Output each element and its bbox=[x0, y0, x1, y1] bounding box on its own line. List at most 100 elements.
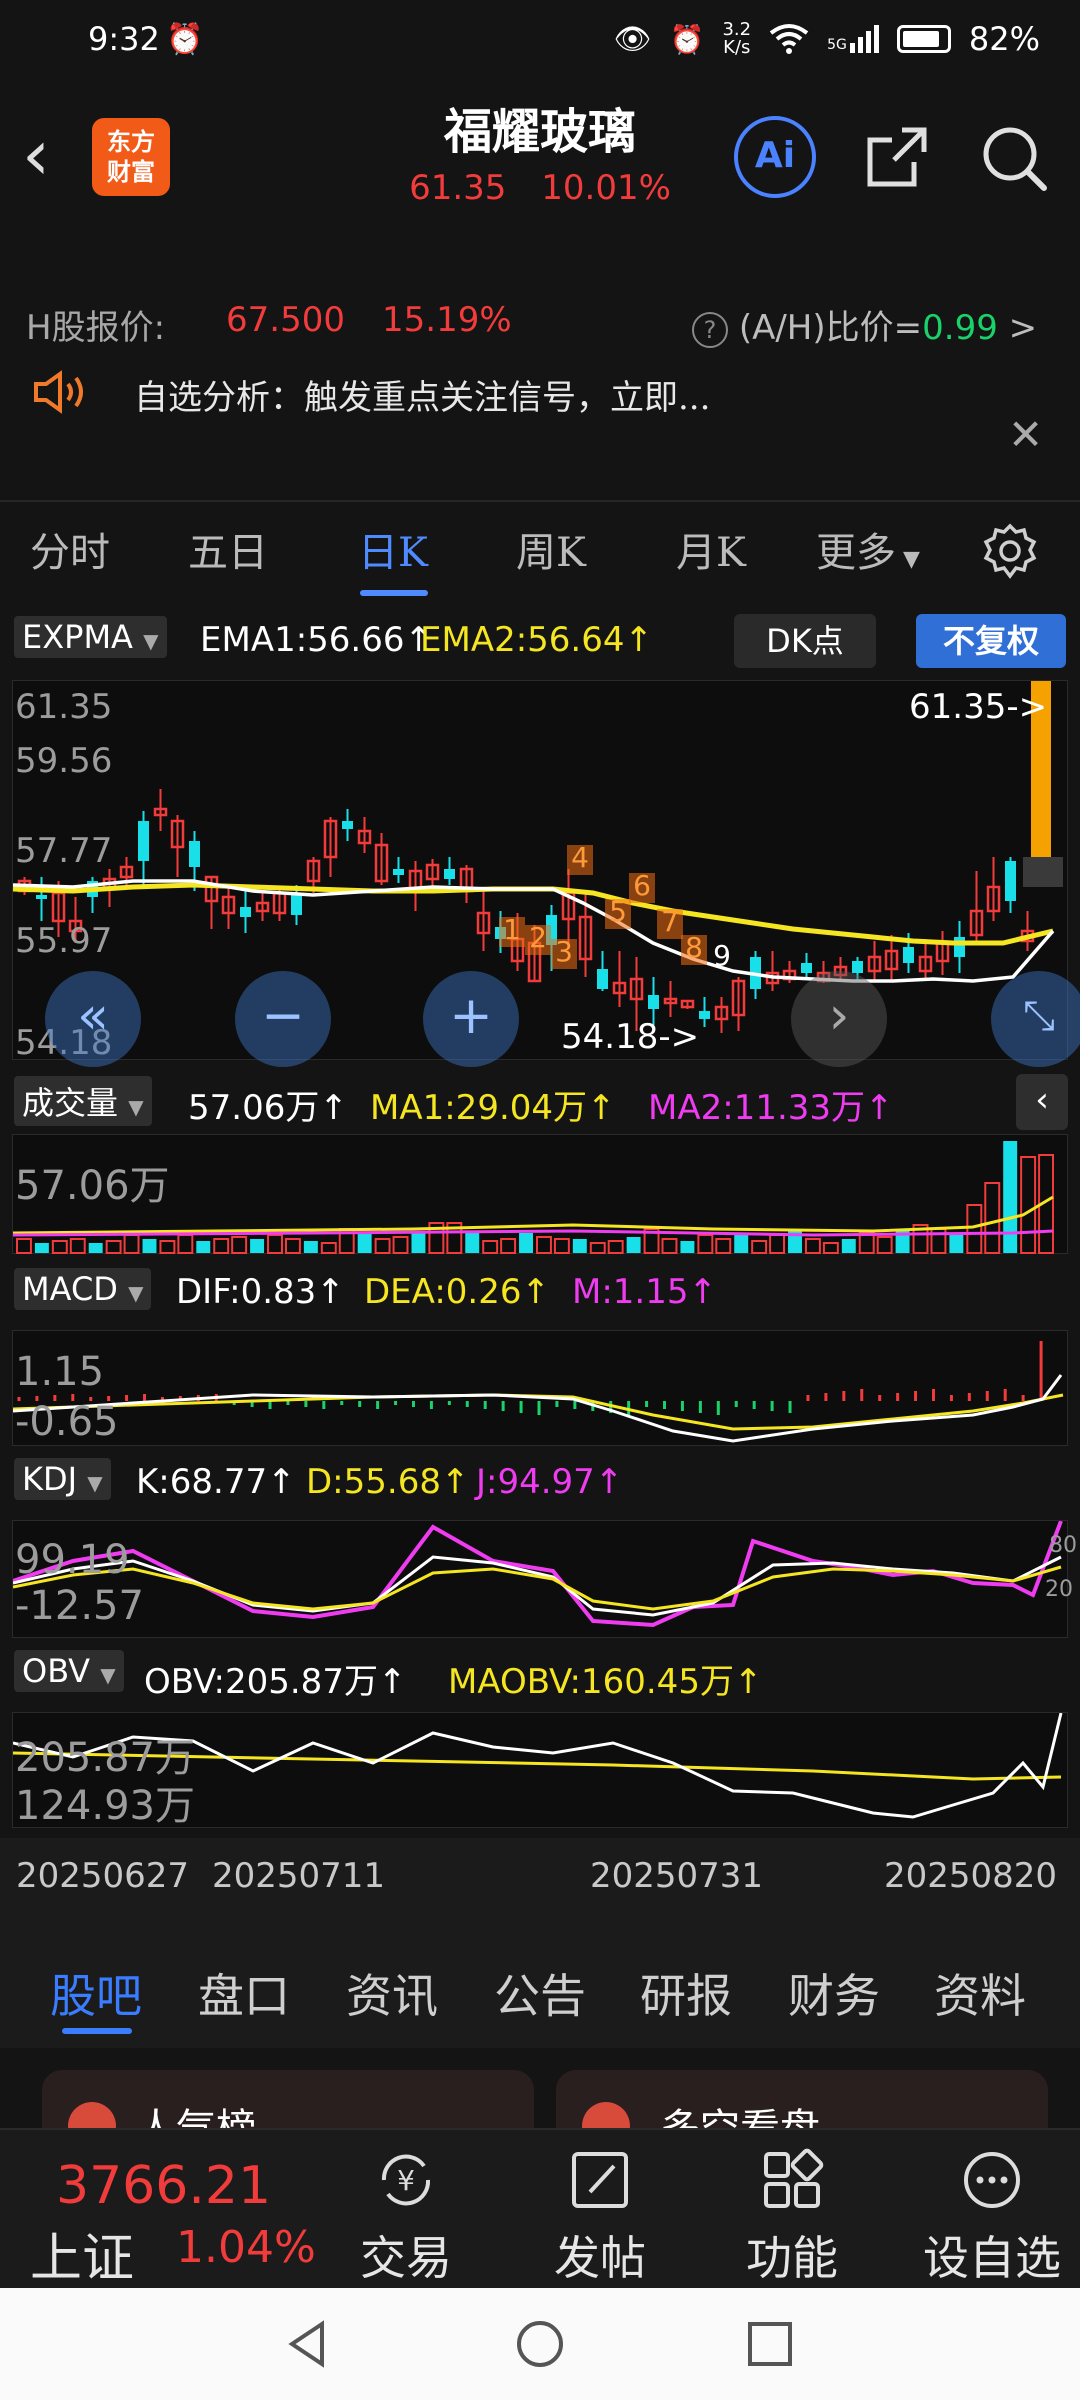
date-label-2: 20250711 bbox=[212, 1856, 386, 1896]
volume-y-label: 57.06万 bbox=[15, 1163, 170, 1209]
hshare-row: H股报价: 67.500 15.19% ? (A/H)比价=0.99 > bbox=[0, 292, 1080, 352]
tab-intraday[interactable]: 分时 bbox=[30, 520, 110, 578]
index-quote[interactable]: 3766.21 上证 1.04% bbox=[0, 2130, 330, 2290]
ctab-pankou[interactable]: 盘口 bbox=[198, 1960, 290, 2026]
volume-bar bbox=[519, 1233, 533, 1253]
ctab-finance[interactable]: 财务 bbox=[788, 1960, 880, 2026]
obv-chart[interactable]: 205.87万 124.93万 bbox=[12, 1712, 1068, 1829]
hshare-price: 67.500 bbox=[226, 300, 345, 340]
kdj-selector[interactable]: KDJ ▼ bbox=[14, 1458, 111, 1500]
popularity-card[interactable]: 人气榜 bbox=[42, 2070, 534, 2130]
tab-five-day[interactable]: 五日 bbox=[188, 520, 268, 578]
y-label-4: 55.97 bbox=[15, 921, 113, 961]
bull-bear-card[interactable]: 多空看盘 bbox=[556, 2070, 1048, 2130]
volume-selector[interactable]: 成交量 ▼ bbox=[14, 1076, 152, 1126]
zoom-in-button[interactable]: + bbox=[423, 971, 519, 1067]
dk-point-button[interactable]: DK点 bbox=[734, 614, 876, 668]
hshare-label: H股报价: bbox=[26, 308, 166, 348]
td-signal-label: 1 bbox=[503, 913, 521, 946]
candle-body bbox=[1005, 861, 1016, 901]
kdj-chart[interactable]: 99.19 -12.57 80 20 bbox=[12, 1520, 1077, 1638]
candle-body bbox=[648, 995, 659, 1009]
volume-bar bbox=[769, 1234, 786, 1254]
macd-chart[interactable]: 1.15 -0.65 bbox=[12, 1330, 1068, 1446]
wifi-icon bbox=[769, 24, 809, 54]
scroll-right-button[interactable]: › bbox=[791, 971, 887, 1067]
ctab-news[interactable]: 资讯 bbox=[346, 1960, 438, 2026]
ai-button[interactable]: Ai bbox=[734, 116, 816, 198]
caret-down-icon: ▼ bbox=[128, 1281, 144, 1305]
macd-y-top: 1.15 bbox=[15, 1349, 105, 1395]
kdj-j: J:94.97↑ bbox=[476, 1462, 624, 1502]
no-adjust-button[interactable]: 不复权 bbox=[916, 614, 1066, 668]
volume-bar bbox=[949, 1235, 964, 1253]
obv-selector[interactable]: OBV ▼ bbox=[14, 1650, 124, 1692]
nav-post[interactable]: 发帖 bbox=[520, 2130, 680, 2290]
home-circle-icon[interactable] bbox=[514, 2318, 566, 2370]
volume-bar bbox=[697, 1234, 714, 1254]
volume-bar bbox=[303, 1241, 318, 1253]
caret-down-icon: ▼ bbox=[100, 1663, 116, 1687]
system-nav bbox=[0, 2288, 1080, 2400]
td-signal-label: 2 bbox=[529, 921, 547, 954]
ah-ratio[interactable]: ? (A/H)比价=0.99 > bbox=[692, 300, 1037, 349]
ctab-guba[interactable]: 股吧 bbox=[50, 1960, 142, 2026]
volume-bar bbox=[88, 1243, 103, 1253]
fullscreen-button[interactable]: ⤡ bbox=[991, 971, 1080, 1067]
kdj-k: K:68.77↑ bbox=[136, 1462, 296, 1502]
nav-trade[interactable]: ¥ 交易 bbox=[326, 2130, 486, 2290]
macd-selector[interactable]: MACD ▼ bbox=[14, 1268, 152, 1310]
tab-weekly-k[interactable]: 周K bbox=[516, 520, 586, 578]
index-name: 上证 bbox=[30, 2229, 135, 2289]
search-icon[interactable] bbox=[978, 122, 1050, 194]
recents-square-icon[interactable] bbox=[744, 2318, 796, 2370]
share-icon[interactable] bbox=[862, 122, 932, 192]
analysis-notice[interactable]: 自选分析：触发重点关注信号，立即... bbox=[0, 360, 1080, 430]
expma-selector[interactable]: EXPMA ▼ bbox=[14, 616, 167, 658]
more-icon bbox=[964, 2152, 1020, 2208]
y-label-high: 61.35 bbox=[15, 687, 113, 727]
alarm-icon: ⏰ bbox=[166, 22, 204, 57]
candle-body bbox=[189, 841, 200, 867]
volume-bar bbox=[374, 1238, 391, 1254]
tab-more[interactable]: 更多 ▼ bbox=[816, 520, 920, 578]
scroll-left-button[interactable]: « bbox=[45, 971, 141, 1067]
nav-functions[interactable]: 功能 bbox=[712, 2130, 872, 2290]
volume-chart[interactable]: 57.06万 bbox=[12, 1134, 1068, 1254]
volume-bar bbox=[626, 1237, 641, 1253]
ctab-profile[interactable]: 资料 bbox=[934, 1960, 1026, 2026]
index-change-pct: 1.04% bbox=[176, 2222, 316, 2273]
kline-chart[interactable]: 123456789 61.35 59.56 57.77 55.97 54.18 … bbox=[12, 680, 1080, 1067]
td-signal-label: 8 bbox=[685, 931, 703, 964]
candle-body bbox=[291, 895, 302, 915]
td-signal-label: 3 bbox=[555, 935, 573, 968]
close-icon[interactable]: ✕ bbox=[1008, 410, 1043, 459]
ctab-research[interactable]: 研报 bbox=[640, 1960, 732, 2026]
volume-bar bbox=[661, 1238, 678, 1254]
candle-body bbox=[138, 821, 149, 861]
candle-body bbox=[240, 907, 251, 917]
nav-add-watchlist[interactable]: 设自选 bbox=[904, 2130, 1080, 2290]
volume-bar bbox=[284, 1238, 301, 1254]
ema2-value: EMA2:56.64↑ bbox=[420, 620, 653, 660]
signal-icon: 5G bbox=[827, 25, 879, 53]
volume-bar bbox=[607, 1240, 624, 1254]
tab-monthly-k[interactable]: 月K bbox=[676, 520, 746, 578]
gear-icon[interactable] bbox=[980, 522, 1040, 582]
tab-daily-k[interactable]: 日K bbox=[358, 520, 428, 578]
collapse-icon[interactable]: ‹ bbox=[1016, 1074, 1068, 1130]
kdj-y-top: 99.19 bbox=[15, 1537, 130, 1583]
candle-body bbox=[903, 947, 914, 963]
volume-bar bbox=[213, 1238, 230, 1254]
caret-down-icon: ▼ bbox=[87, 1471, 103, 1495]
volume-bar bbox=[105, 1240, 122, 1254]
y-label-2: 59.56 bbox=[15, 741, 113, 781]
kdj-d: D:55.68↑ bbox=[306, 1462, 470, 1502]
zoom-out-button[interactable]: − bbox=[235, 971, 331, 1067]
back-triangle-icon[interactable] bbox=[282, 2318, 334, 2370]
caret-down-icon: ▼ bbox=[896, 547, 920, 572]
volume-bar bbox=[984, 1182, 1001, 1254]
volume-bar bbox=[589, 1242, 606, 1254]
high-marker: 61.35-> bbox=[909, 687, 1048, 727]
ctab-announcements[interactable]: 公告 bbox=[494, 1960, 586, 2026]
